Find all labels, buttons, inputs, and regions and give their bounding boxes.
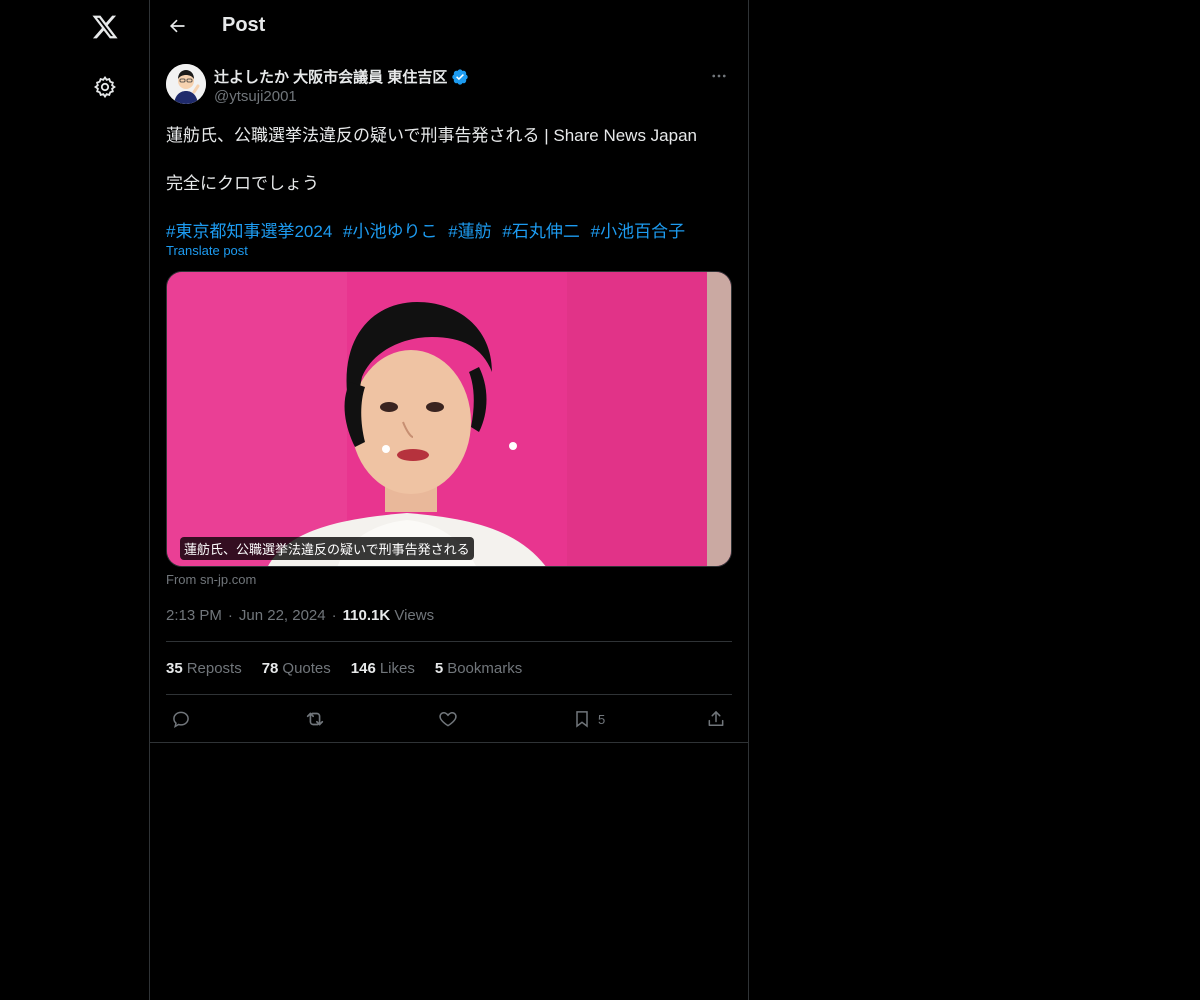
heart-icon: [439, 711, 457, 727]
post-meta: 2:13 PM · Jun 22, 2024 · 110.1K Views: [166, 607, 435, 624]
reposts-label: Reposts: [186, 660, 242, 677]
like-button[interactable]: [438, 707, 458, 731]
bookmarks-label: Bookmarks: [447, 660, 523, 677]
post-header: Post: [150, 0, 748, 54]
engagement-stats: 35 Reposts 78 Quotes 146 Likes 5 Bookmarks: [166, 660, 522, 677]
news-photo: [167, 272, 731, 566]
bookmark-button[interactable]: 5: [572, 707, 605, 731]
post-text-line: 完全にクロでしょう: [166, 174, 319, 193]
repost-button[interactable]: [304, 707, 326, 731]
post-text-line: 蓮舫氏、公職選挙法違反の疑いで刑事告発される | Share News Japa…: [166, 126, 697, 145]
bookmark-count: 5: [598, 711, 606, 727]
author-name-text: 辻よしたか 大阪市会議員 東住吉区: [214, 69, 448, 86]
quotes-label: Quotes: [282, 660, 331, 677]
hashtags: #東京都知事選挙2024 #小池ゆりこ #蓮舫 #石丸伸二 #小池百合子: [166, 217, 691, 242]
verified-badge-icon: [451, 68, 469, 86]
bookmarks-count: 5: [434, 660, 444, 677]
author-handle[interactable]: @ytsuji2001: [214, 88, 297, 105]
share-icon: [708, 711, 724, 726]
left-sidebar: [0, 0, 149, 1000]
quotes-stat[interactable]: 78 Quotes: [262, 660, 331, 677]
quotes-count: 78: [261, 660, 279, 677]
back-button[interactable]: [164, 13, 190, 39]
reposts-stat[interactable]: 35 Reposts: [166, 660, 242, 677]
hashtag-link[interactable]: #石丸伸二: [502, 222, 579, 241]
post-time[interactable]: 2:13 PM: [166, 607, 222, 624]
share-button[interactable]: [706, 707, 726, 731]
bookmark-icon: [576, 711, 588, 728]
bookmarks-stat[interactable]: 5 Bookmarks: [435, 660, 522, 677]
divider: [166, 694, 732, 695]
repost-icon: [306, 712, 324, 726]
post-date[interactable]: Jun 22, 2024: [239, 607, 326, 624]
reposts-count: 35: [166, 660, 183, 677]
views-count: 110.1K: [342, 607, 391, 624]
avatar[interactable]: [166, 64, 206, 104]
author-name[interactable]: 辻よしたか 大阪市会議員 東住吉区: [214, 66, 469, 87]
x-logo-icon[interactable]: [89, 11, 121, 43]
hashtag-link[interactable]: #小池百合子: [591, 222, 685, 241]
hashtag-link[interactable]: #東京都知事選挙2024: [166, 222, 332, 241]
post-column: Post 辻よしたか 大阪市会議員 東住吉区 @ytsuji2001 蓮舫氏、公…: [149, 0, 749, 1000]
post-actions: 5: [166, 707, 732, 731]
likes-label: Likes: [379, 660, 415, 677]
arrow-left-icon: [169, 19, 185, 33]
gear-icon[interactable]: [89, 71, 121, 103]
likes-count: 146: [350, 660, 376, 677]
translate-post-link[interactable]: Translate post: [166, 243, 248, 258]
media-caption: 蓮舫氏、公職選挙法違反の疑いで刑事告発される: [180, 537, 474, 560]
divider: [150, 742, 748, 743]
divider: [166, 641, 732, 642]
reply-button[interactable]: [171, 707, 191, 731]
views-label: Views: [394, 607, 435, 624]
link-source[interactable]: From sn-jp.com: [166, 572, 256, 587]
link-card-image[interactable]: 蓮舫氏、公職選挙法違反の疑いで刑事告発される: [166, 271, 732, 567]
reply-icon: [173, 711, 189, 729]
page-title: Post: [222, 14, 266, 36]
more-dots-icon: [712, 74, 726, 78]
hashtag-link[interactable]: #蓮舫: [448, 222, 491, 241]
more-options-button[interactable]: [706, 66, 732, 86]
hashtag-link[interactable]: #小池ゆりこ: [343, 222, 437, 241]
likes-stat[interactable]: 146 Likes: [351, 660, 415, 677]
